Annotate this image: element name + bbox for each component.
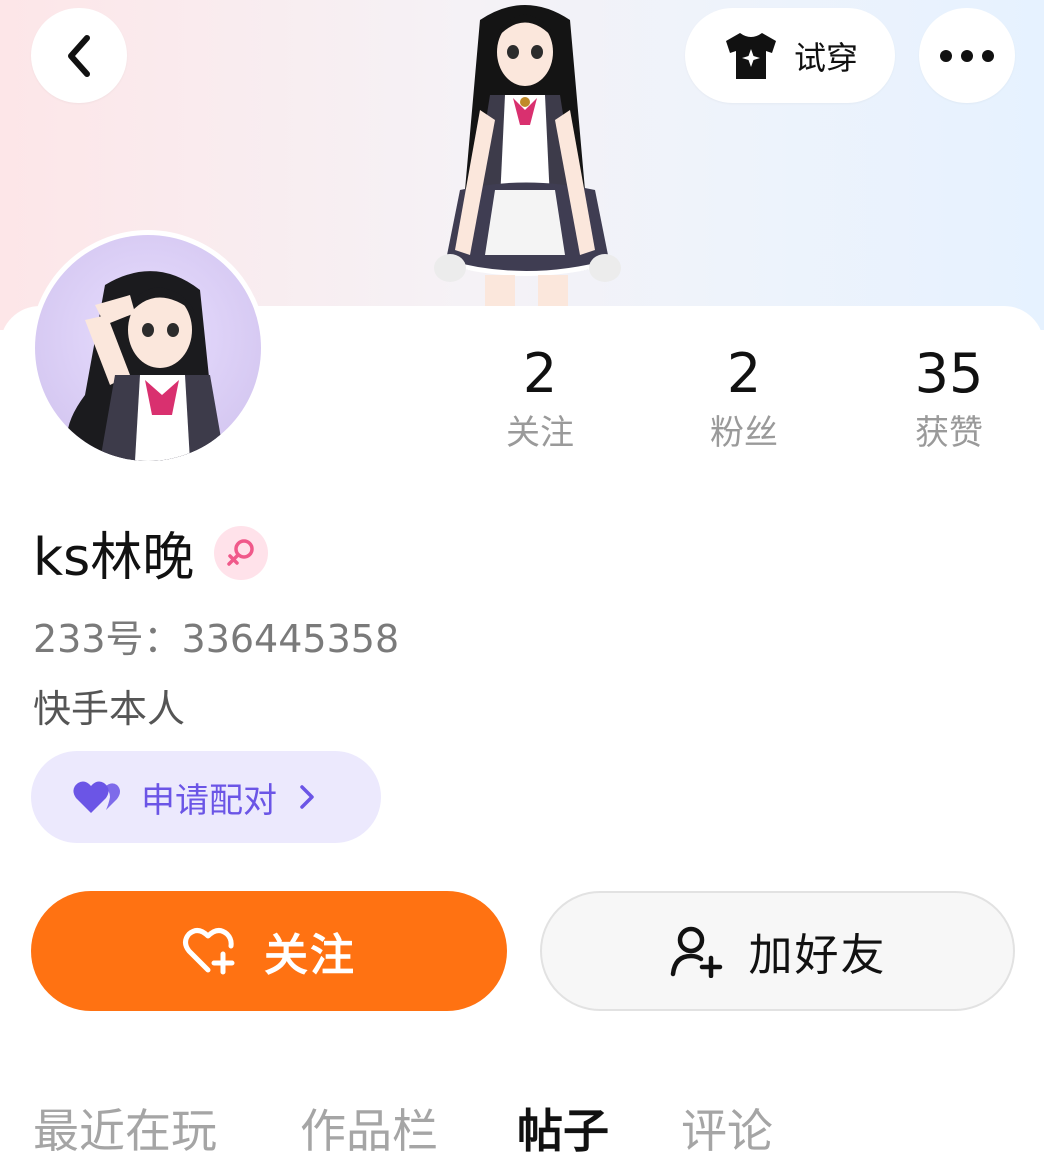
- stat-value: 2: [726, 342, 762, 405]
- avatar-image: [35, 235, 261, 461]
- heart-plus-icon: [183, 928, 235, 975]
- request-pair-label: 申请配对: [141, 780, 277, 821]
- username: ks林晚: [33, 528, 195, 588]
- gender-badge: [214, 525, 269, 580]
- back-button[interactable]: [31, 8, 127, 103]
- tshirt-icon: [725, 32, 776, 79]
- stat-label: 粉丝: [710, 413, 778, 453]
- more-options-button[interactable]: [919, 8, 1015, 103]
- add-friend-label: 加好友: [748, 930, 887, 981]
- user-bio: 快手本人: [33, 687, 186, 731]
- try-on-label: 试穿: [793, 38, 858, 77]
- user-plus-icon: [670, 926, 722, 978]
- follow-button[interactable]: 关注: [31, 891, 507, 1011]
- tab-works[interactable]: 作品栏: [300, 1095, 438, 1161]
- stat-value: 35: [914, 342, 984, 405]
- more-icon: [940, 49, 994, 62]
- heart-pair-icon: [73, 781, 120, 813]
- name-row: ks林晚: [33, 515, 269, 590]
- back-icon: [68, 34, 90, 77]
- stats-row: 2 关注 2 粉丝 35 获赞: [440, 340, 1040, 470]
- avatar[interactable]: [30, 230, 266, 466]
- user-id: 233号：336445358: [33, 617, 400, 661]
- stat-following[interactable]: 2 关注: [440, 340, 640, 458]
- character-figure-image: [434, 5, 621, 310]
- tab-recently-played[interactable]: 最近在玩: [33, 1095, 217, 1161]
- tab-posts[interactable]: 帖子: [517, 1095, 609, 1161]
- request-pair-button[interactable]: 申请配对: [31, 751, 381, 843]
- try-on-button[interactable]: 试穿: [685, 8, 895, 103]
- female-icon: [227, 538, 254, 566]
- stat-fans[interactable]: 2 粉丝: [644, 340, 844, 458]
- chevron-right-icon: [300, 785, 314, 809]
- follow-label: 关注: [264, 930, 356, 981]
- stat-label: 关注: [506, 413, 574, 453]
- stat-label: 获赞: [915, 413, 983, 453]
- stat-likes[interactable]: 35 获赞: [849, 340, 1044, 458]
- tab-comments[interactable]: 评论: [681, 1095, 773, 1161]
- add-friend-button[interactable]: 加好友: [540, 891, 1015, 1011]
- stat-value: 2: [522, 342, 558, 405]
